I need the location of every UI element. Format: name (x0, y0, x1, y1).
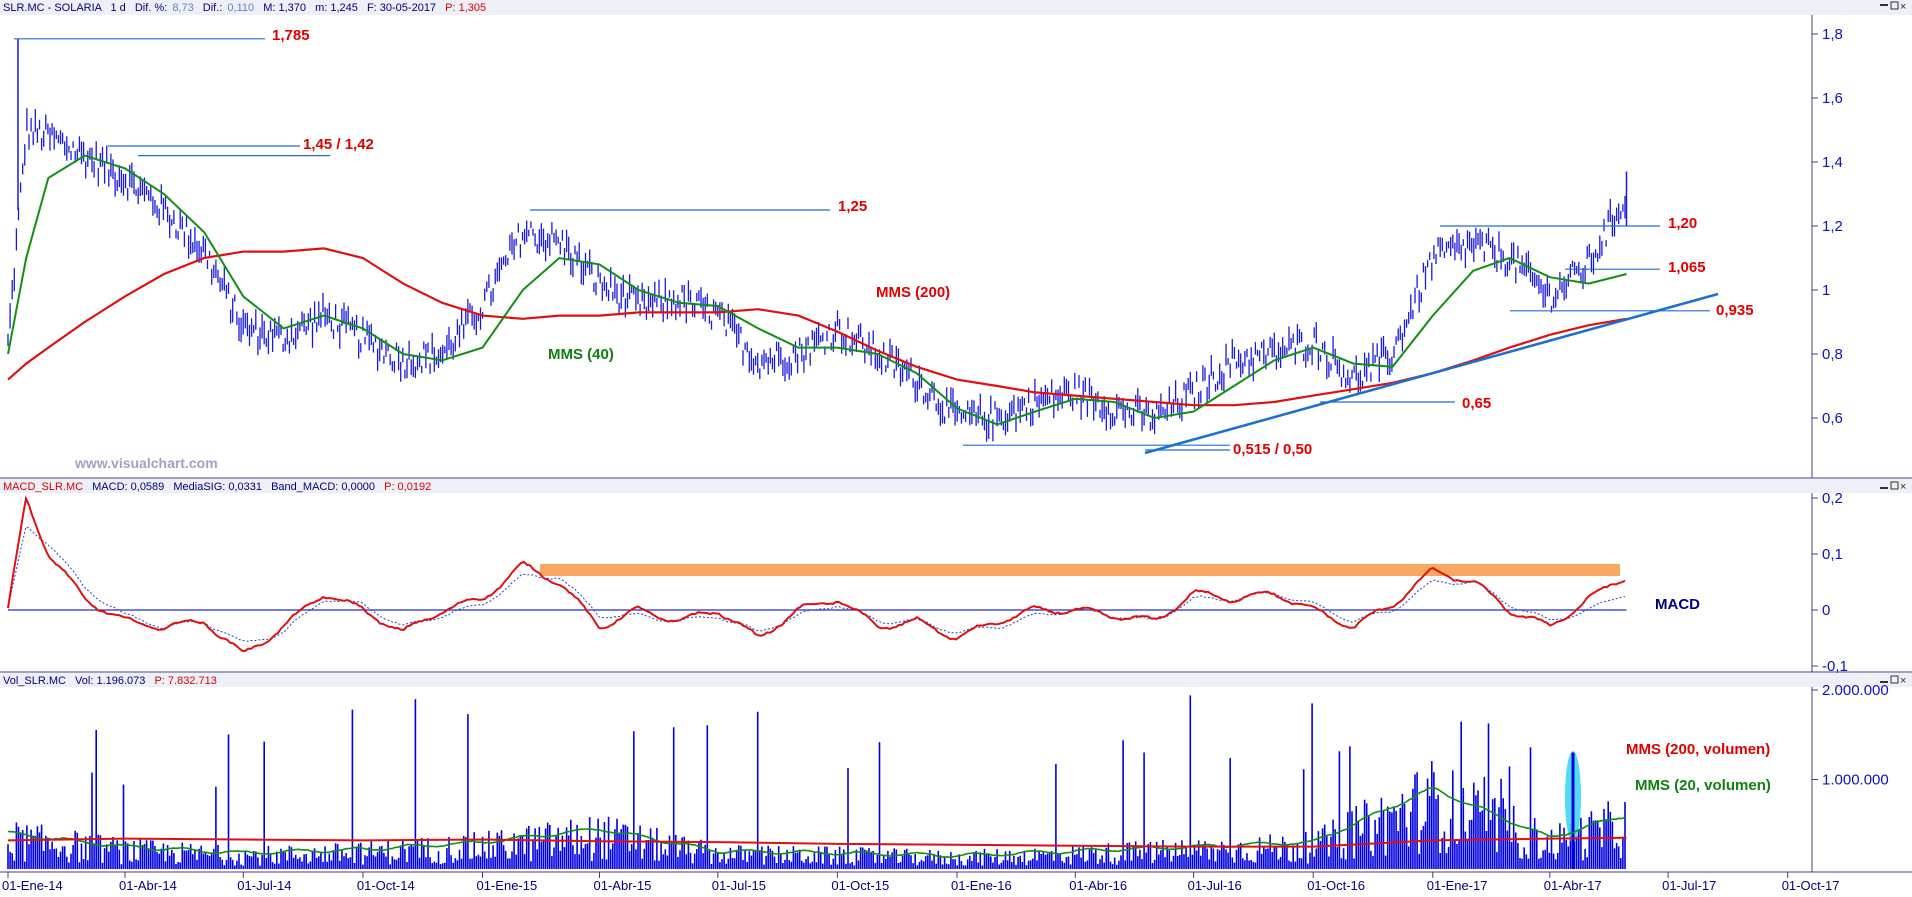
price-y-tick-label: 1,6 (1822, 90, 1843, 107)
chart-window: SLR.MC - SOLARIA 1 d Dif. %: 8,73 Dif.: … (0, 0, 1912, 893)
macd-resistance-band (540, 564, 1620, 576)
x-tick-label: 01-Abr-16 (1069, 878, 1127, 892)
price-y-tick-label: 1,8 (1822, 26, 1843, 43)
x-tick-label: 01-Abr-17 (1544, 878, 1602, 892)
x-tick-label: 01-Ene-14 (2, 878, 63, 892)
volume-header: Vol_SLR.MC Vol: 1.196.073 P: 7.832.713 (3, 675, 217, 687)
macd-y-tick-label: 0,1 (1822, 546, 1843, 563)
x-tick-label: 01-Ene-15 (477, 878, 538, 892)
x-tick-label: 01-Abr-14 (119, 878, 177, 892)
x-tick-label: 01-Jul-17 (1662, 878, 1716, 892)
level-1785-label: 1,785 (272, 27, 310, 44)
price-y-tick-label: 0,8 (1822, 346, 1843, 363)
x-tick-label: 01-Oct-14 (357, 878, 415, 892)
x-tick-label: 01-Jul-14 (237, 878, 291, 892)
mms40-label: MMS (40) (548, 346, 614, 363)
x-tick-label: 01-Oct-16 (1307, 878, 1365, 892)
price-y-tick-label: 1,2 (1822, 218, 1843, 235)
price-y-tick-label: 0,6 (1822, 410, 1843, 427)
level-1065-label: 1,065 (1668, 259, 1706, 276)
macd-y-tick-label: 0,2 (1822, 490, 1843, 507)
price-header: SLR.MC - SOLARIA 1 d Dif. %: 8,73 Dif.: … (3, 2, 486, 14)
legend-mms200-volumen: MMS (200, volumen) (1626, 741, 1770, 758)
level-0515-label: 0,515 / 0,50 (1233, 441, 1312, 458)
mms200-label: MMS (200) (876, 284, 950, 301)
watermark: www.visualchart.com (74, 455, 218, 471)
level-145-label: 1,45 / 1,42 (303, 136, 374, 153)
price-y-tick-label: 1,4 (1822, 154, 1843, 171)
macd-y-tick-label: 0 (1822, 602, 1830, 619)
close-icon[interactable]: × (1900, 1, 1906, 13)
x-tick-label: 01-Oct-15 (831, 878, 889, 892)
volume-y-tick-label: 1.000.000 (1822, 772, 1889, 789)
macd-header: MACD_SLR.MC MACD: 0,0589 MediaSIG: 0,033… (3, 481, 431, 493)
price-y-tick-label: 1 (1822, 282, 1830, 299)
level-065-label: 0,65 (1462, 395, 1491, 412)
close-icon[interactable]: × (1900, 481, 1906, 493)
volume-y-tick-label: 2.000.000 (1822, 682, 1889, 699)
x-tick-label: 01-Ene-16 (951, 878, 1012, 892)
level-120-label: 1,20 (1668, 215, 1697, 232)
close-icon[interactable]: × (1900, 675, 1906, 687)
macd-label: MACD (1655, 596, 1700, 613)
x-tick-label: 01-Jul-16 (1188, 878, 1242, 892)
x-tick-label: 01-Abr-15 (594, 878, 652, 892)
legend-mms20-volumen: MMS (20, volumen) (1635, 777, 1771, 794)
minimize-icon[interactable] (1880, 4, 1888, 6)
minimize-icon[interactable] (1880, 487, 1888, 489)
x-tick-label: 01-Jul-15 (712, 878, 766, 892)
level-0935-label: 0,935 (1716, 302, 1754, 319)
level-125-label: 1,25 (838, 198, 867, 215)
chart-canvas: SLR.MC - SOLARIA 1 d Dif. %: 8,73 Dif.: … (0, 0, 1912, 893)
x-tick-label: 01-Ene-17 (1427, 878, 1488, 892)
x-tick-label: 01-Oct-17 (1782, 878, 1840, 892)
